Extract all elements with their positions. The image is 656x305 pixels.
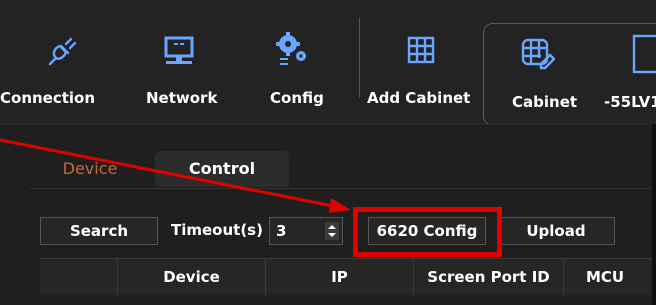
annotation-arrow [0,138,351,213]
